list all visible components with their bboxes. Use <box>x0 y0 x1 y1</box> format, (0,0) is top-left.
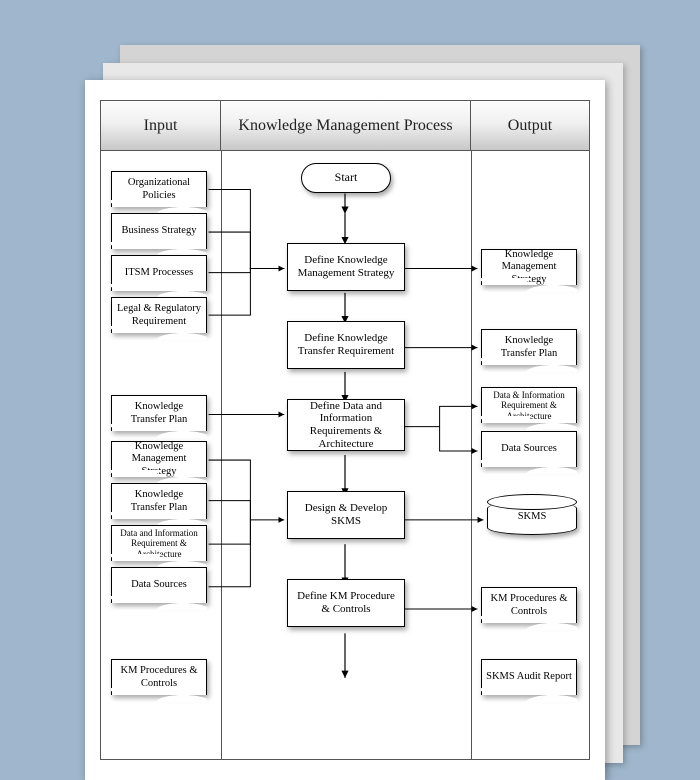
col-header-process: Knowledge Management Process <box>221 101 471 150</box>
input-data-info-req: Data and Information Requirement & Archi… <box>111 525 207 561</box>
col-header-input: Input <box>101 101 221 150</box>
output-km-proc-controls: KM Procedures & Controls <box>481 587 577 623</box>
document-stack: Input Knowledge Management Process Outpu… <box>85 55 615 755</box>
process-design-develop-skms: Design & Develop SKMS <box>287 491 405 539</box>
page-front: Input Knowledge Management Process Outpu… <box>85 80 605 780</box>
process-define-km-procedure: Define KM Procedure & Controls <box>287 579 405 627</box>
input-business-strategy: Business Strategy <box>111 213 207 249</box>
output-kt-plan: Knowledge Transfer Plan <box>481 329 577 365</box>
input-km-strategy: Knowledge Management Strategy <box>111 441 207 477</box>
process-define-km-strategy: Define Knowledge Management Strategy <box>287 243 405 291</box>
output-km-strategy: Knowledge Management Strategy <box>481 249 577 285</box>
output-data-info-req: Data & Information Requirement & Archite… <box>481 387 577 423</box>
input-itsm-processes: ITSM Processes <box>111 255 207 291</box>
output-skms-db: SKMS <box>487 501 577 535</box>
swimlane-grid: Input Knowledge Management Process Outpu… <box>100 100 590 760</box>
input-legal-regulatory: Legal & Regulatory Requirement <box>111 297 207 333</box>
input-ktp2: Knowledge Transfer Plan <box>111 483 207 519</box>
output-skms-audit: SKMS Audit Report <box>481 659 577 695</box>
input-data-sources: Data Sources <box>111 567 207 603</box>
process-define-kt-requirement: Define Knowledge Transfer Requirement <box>287 321 405 369</box>
process-define-data-info-req: Define Data and Information Requirements… <box>287 399 405 451</box>
terminal-start: Start <box>301 163 391 193</box>
body-area: Start Define Knowledge Management Strate… <box>101 151 589 759</box>
header-row: Input Knowledge Management Process Outpu… <box>101 101 589 151</box>
col-header-output: Output <box>471 101 589 150</box>
input-ktp: Knowledge Transfer Plan <box>111 395 207 431</box>
input-km-proc-controls: KM Procedures & Controls <box>111 659 207 695</box>
input-org-policies: Organizational Policies <box>111 171 207 207</box>
output-data-sources: Data Sources <box>481 431 577 467</box>
